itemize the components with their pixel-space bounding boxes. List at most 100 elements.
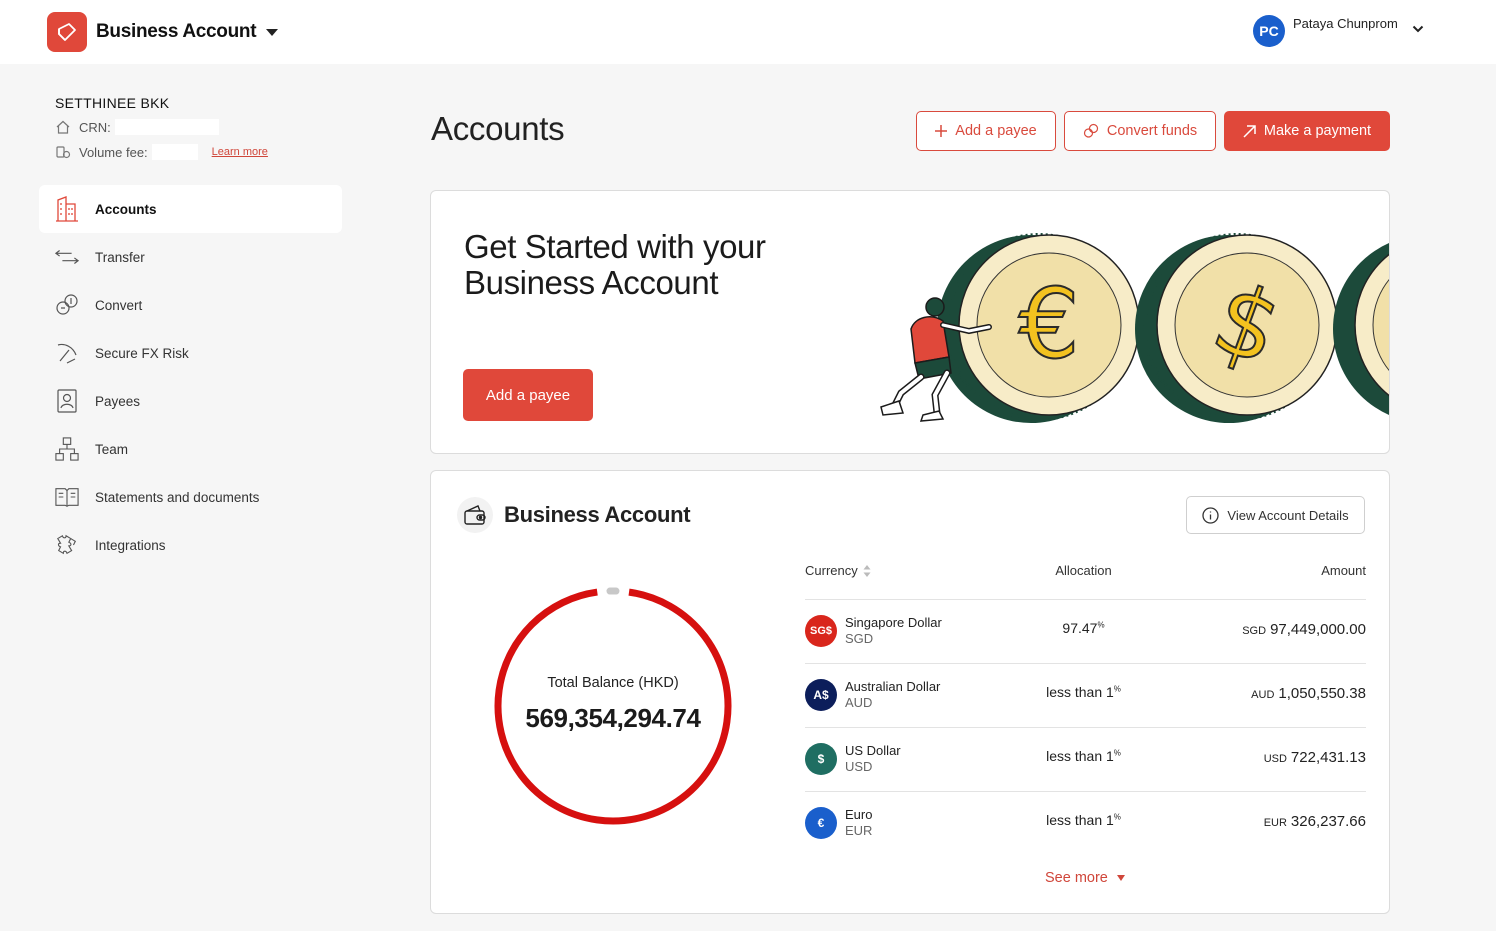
see-more-button[interactable]: See more	[1045, 870, 1125, 886]
sidebar-item-label: Transfer	[95, 249, 145, 265]
brand-logo-icon	[47, 12, 87, 52]
sidebar-item-accounts[interactable]: Accounts	[39, 185, 342, 233]
volume-fee-line: Volume fee: Learn more	[55, 143, 345, 161]
currency-header-label: Currency	[805, 563, 858, 578]
allocation-value: less than 1%	[991, 748, 1176, 764]
allocation-value: 97.47%	[991, 620, 1176, 636]
amount-currency-code: AUD	[1251, 689, 1275, 701]
hero-title-line: Get Started with your	[464, 228, 766, 265]
table-row[interactable]: SG$ Singapore Dollar SGD 97.47% SGD 97,449,00…	[805, 599, 1366, 663]
allocation-number: less than 1	[1046, 812, 1114, 828]
percent-sign: %	[1113, 748, 1121, 758]
currency-convert-icon	[1083, 123, 1098, 138]
transfer-arrows-icon	[55, 245, 79, 269]
info-icon	[1202, 506, 1220, 524]
coins-icon	[56, 146, 71, 159]
sidebar-item-label: Integrations	[95, 537, 166, 553]
percent-sign: %	[1113, 684, 1121, 694]
allocation-column-header: Allocation	[1055, 563, 1112, 578]
sort-icon	[863, 564, 871, 577]
sidebar-item-label: Payees	[95, 393, 141, 409]
sidebar-item-convert[interactable]: Convert	[39, 281, 342, 329]
make-payment-label: Make a payment	[1263, 123, 1372, 139]
wallet-icon	[457, 497, 493, 533]
convert-funds-label: Convert funds	[1106, 123, 1198, 139]
sidebar-item-payees[interactable]: Payees	[39, 377, 342, 425]
currency-name: Singapore Dollar	[845, 615, 942, 630]
organization-info: SETTHINEE BKK CRN: Volume fee: Learn mor…	[55, 95, 345, 161]
org-name: SETTHINEE BKK	[55, 95, 170, 111]
currency-code: AUD	[845, 695, 873, 710]
amount-value: SGD 97,449,000.00	[1242, 621, 1366, 638]
amount-value: EUR 326,237.66	[1264, 813, 1366, 830]
crn-label: CRN:	[79, 119, 111, 135]
sidebar-item-statements[interactable]: Statements and documents	[39, 473, 342, 521]
allocation-value: less than 1%	[991, 684, 1176, 700]
sidebar-item-integrations[interactable]: Integrations	[39, 521, 342, 569]
redacted-field	[114, 119, 219, 135]
hero-add-payee-button[interactable]: Add a payee	[463, 369, 593, 421]
currency-name: Australian Dollar	[845, 679, 941, 694]
amount-currency-code: EUR	[1263, 817, 1287, 829]
convert-funds-button[interactable]: Convert funds	[1064, 111, 1216, 151]
percent-sign: %	[1113, 812, 1121, 822]
svg-text:€: €	[1018, 268, 1079, 380]
total-balance-value: 569,354,294.74	[525, 703, 701, 733]
currency-code: USD	[845, 759, 873, 774]
coin-icon	[1333, 243, 1389, 415]
puzzle-icon	[55, 533, 79, 557]
amount-number: 1,050,550.38	[1278, 685, 1366, 702]
page-title: Accounts	[431, 110, 565, 147]
allocation-number: less than 1	[1046, 684, 1114, 700]
amount-value: USD 722,431.13	[1264, 749, 1366, 766]
sidebar-item-team[interactable]: Team	[39, 425, 342, 473]
add-payee-label: Add a payee	[955, 123, 1037, 139]
currency-flag-icon: $	[805, 743, 837, 775]
chevron-down-icon[interactable]	[1412, 24, 1424, 34]
sidebar-item-transfer[interactable]: Transfer	[39, 233, 342, 281]
amount-number: 97,449,000.00	[1270, 621, 1366, 638]
redacted-field	[151, 144, 198, 160]
see-more-label: See more	[1045, 870, 1108, 886]
make-payment-button[interactable]: Make a payment	[1224, 111, 1390, 151]
shield-pick-icon	[55, 341, 79, 365]
contact-card-icon	[55, 389, 79, 413]
table-row[interactable]: $ US Dollar USD less than 1% USD 722,431.13	[805, 727, 1366, 791]
amount-column-header: Amount	[1321, 563, 1366, 578]
user-menu[interactable]: PC Pataya Chunprom	[1253, 15, 1398, 47]
plus-icon	[935, 125, 948, 137]
currency-column-header[interactable]: Currency	[805, 563, 871, 578]
percent-sign: %	[1097, 620, 1105, 630]
view-account-details-label: View Account Details	[1227, 507, 1349, 523]
currency-name: US Dollar	[845, 743, 901, 758]
learn-more-link[interactable]: Learn more	[212, 146, 268, 158]
amount-currency-code: USD	[1263, 753, 1287, 765]
business-account-card: Business Account View Account Details To…	[430, 470, 1390, 914]
brand-title: Business Account	[96, 21, 257, 42]
caret-down-icon	[266, 28, 279, 36]
sidebar-item-label: Convert	[95, 297, 143, 313]
account-switcher[interactable]: Business Account	[47, 12, 279, 52]
account-header: Business Account	[457, 497, 691, 533]
sidebar-item-secure-fx-risk[interactable]: Secure FX Risk	[39, 329, 342, 377]
book-icon	[55, 485, 79, 509]
total-balance-label: Total Balance (HKD)	[547, 675, 679, 691]
add-payee-button[interactable]: Add a payee	[916, 111, 1056, 151]
team-tree-icon	[55, 437, 79, 461]
table-row[interactable]: € Euro EUR less than 1% EUR 326,237.66	[805, 791, 1366, 855]
top-bar: Business Account PC Pataya Chunprom	[0, 0, 1496, 64]
sidebar-item-label: Secure FX Risk	[95, 345, 189, 361]
avatar: PC	[1253, 15, 1285, 47]
table-row[interactable]: A$ Australian Dollar AUD less than 1% AUD 1,0…	[805, 663, 1366, 727]
building-icon	[55, 196, 79, 222]
home-icon	[56, 120, 70, 134]
currency-code: SGD	[845, 631, 874, 646]
caret-down-icon	[1116, 875, 1125, 881]
allocation-value: less than 1%	[991, 812, 1176, 828]
hero-title: Get Started with your Business Account	[464, 229, 766, 301]
view-account-details-button[interactable]: View Account Details	[1186, 496, 1365, 534]
amount-number: 722,431.13	[1290, 749, 1366, 766]
currency-code: EUR	[845, 823, 873, 838]
sidebar-nav: Accounts Transfer Convert Secure FX Risk…	[39, 185, 342, 569]
hero-title-line: Business Account	[464, 264, 719, 301]
